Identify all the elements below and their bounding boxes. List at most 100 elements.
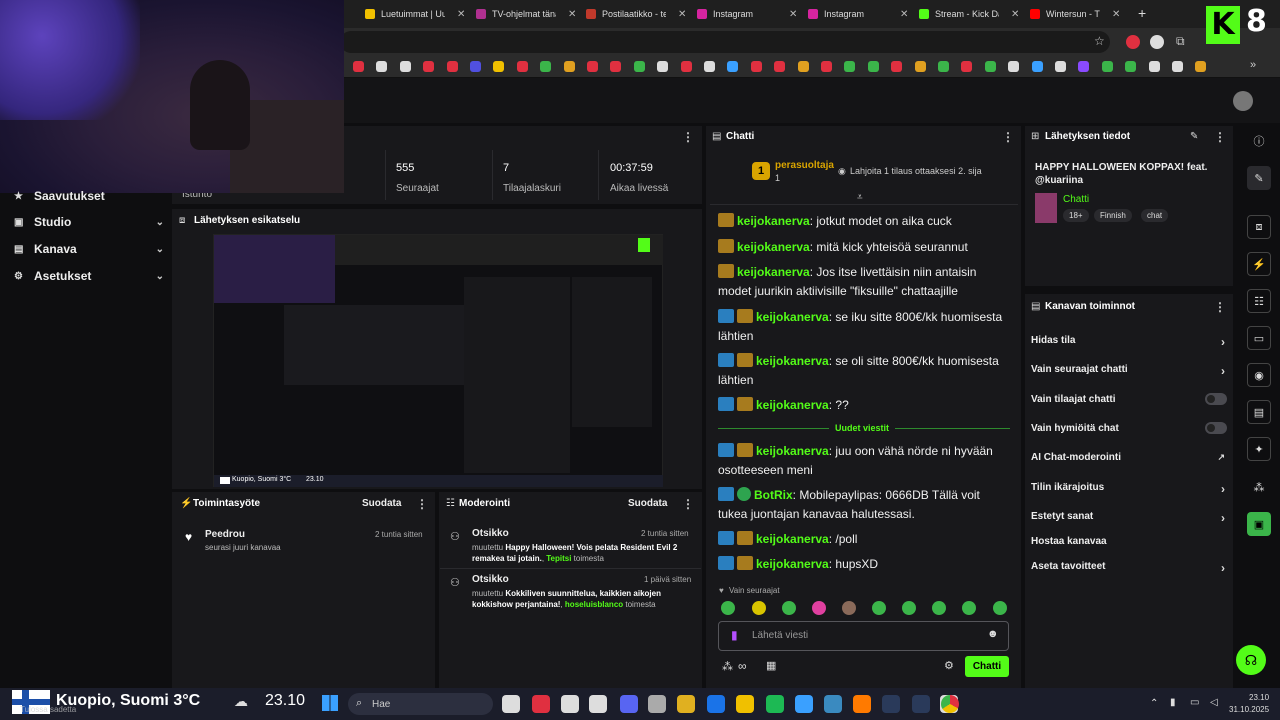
stream-tag[interactable]: chat — [1141, 209, 1169, 222]
chat-send-button[interactable]: Chatti — [965, 656, 1009, 677]
channel-action-7[interactable]: Estetyt sanat › — [1031, 511, 1227, 525]
bookmark-icon[interactable] — [1125, 61, 1137, 72]
channel-action-5[interactable]: AI Chat-moderointi ↗ — [1031, 452, 1227, 463]
browser-tab[interactable]: Wintersun - T ✕ — [1030, 4, 1128, 24]
browser-tab[interactable]: Luetuimmat | Uut ✕ — [365, 4, 473, 24]
chat-message[interactable]: keijokanerva: juu oon vähä nörde ni hyvä… — [718, 442, 1008, 480]
bookmark-icon[interactable] — [423, 61, 435, 72]
chat-username[interactable]: BotRix — [754, 488, 793, 502]
emote-icon[interactable] — [812, 601, 826, 615]
outlook-icon[interactable] — [707, 695, 725, 713]
bookmark-icon[interactable] — [446, 61, 458, 72]
infinity-icon[interactable]: ∞ — [738, 659, 747, 673]
emote-icon[interactable] — [842, 601, 856, 615]
channel-action-6[interactable]: Tilin ikärajoitus › — [1031, 482, 1227, 496]
bookmark-icon[interactable] — [470, 61, 481, 72]
channel-action-4[interactable]: Vain hymiöitä chat — [1031, 422, 1227, 434]
channel-action-8[interactable]: Hostaa kanavaa — [1031, 536, 1227, 547]
calculator-icon[interactable] — [589, 695, 607, 713]
tab-close-icon[interactable]: ✕ — [1011, 9, 1019, 20]
profile-icon[interactable] — [1150, 35, 1164, 49]
bookmark-icon[interactable] — [399, 61, 411, 72]
tab-close-icon[interactable]: ✕ — [1112, 9, 1120, 20]
emote-icon[interactable] — [721, 601, 735, 615]
chat-username[interactable]: keijokanerva — [737, 214, 810, 228]
emote-icon[interactable] — [752, 601, 766, 615]
nav-item-studio[interactable]: ▣ Studio ⌄ — [14, 212, 164, 232]
chat-username[interactable]: keijokanerva — [756, 532, 829, 546]
chat-message[interactable]: keijokanerva: ?? — [718, 396, 1008, 415]
activity-menu-icon[interactable]: ⋮ — [416, 497, 428, 511]
chat-message[interactable]: keijokanerva: se oli sitte 800€/kk huomi… — [718, 352, 1008, 390]
firefox-icon[interactable] — [853, 695, 871, 713]
bookmark-icon[interactable] — [353, 61, 364, 72]
chat-menu-icon[interactable]: ⋮ — [1002, 130, 1014, 144]
layout-rail-icon[interactable]: ▤ — [1247, 400, 1271, 424]
nav-item-saavutukset[interactable]: ★ Saavutukset — [14, 186, 164, 206]
bookmarks-overflow-icon[interactable]: » — [1250, 59, 1256, 71]
chat-username[interactable]: keijokanerva — [756, 310, 829, 324]
bookmark-icon[interactable] — [750, 61, 762, 72]
extension-icon[interactable] — [1126, 35, 1140, 49]
bookmark-star-icon[interactable]: ☆ — [1094, 34, 1105, 48]
info-icon[interactable]: ⓘ — [1247, 129, 1271, 153]
preview-rail-icon[interactable]: ⧈ — [1247, 215, 1271, 239]
chat-tools-icon[interactable]: ⁂ — [722, 660, 733, 673]
broadcast-rail-icon[interactable]: ◉ — [1247, 363, 1271, 387]
category-link[interactable]: Chatti — [1063, 194, 1089, 205]
bookmark-icon[interactable] — [1078, 61, 1090, 72]
moderation-user[interactable]: Tepitsi — [546, 554, 571, 563]
chart-icon[interactable] — [502, 695, 520, 713]
emote-icon[interactable] — [962, 601, 976, 615]
steam-icon[interactable] — [882, 695, 900, 713]
bookmark-icon[interactable] — [797, 61, 809, 72]
tray-chevron-icon[interactable]: ⌃ — [1150, 698, 1158, 709]
chat-username[interactable]: keijokanerva — [756, 354, 829, 368]
toggle-switch[interactable] — [1205, 422, 1227, 434]
chat-username[interactable]: keijokanerva — [756, 557, 829, 571]
edge-icon[interactable] — [824, 695, 842, 713]
channel-action-1[interactable]: Hidas tila › — [1031, 335, 1227, 349]
bookmark-icon[interactable] — [821, 61, 832, 72]
bookmark-icon[interactable] — [938, 61, 949, 72]
channel-actions-menu-icon[interactable]: ⋮ — [1214, 300, 1226, 314]
weather-app-icon[interactable] — [736, 695, 754, 713]
chat-message[interactable]: BotRix: Mobilepaylipas: 0666DB Tällä voi… — [718, 486, 1008, 524]
emote-icon[interactable] — [932, 601, 946, 615]
bookmark-icon[interactable] — [1172, 61, 1183, 72]
pinned-user[interactable]: perasuoltaja — [775, 160, 834, 171]
bookmark-icon[interactable] — [516, 61, 528, 72]
edit-rail-icon[interactable]: ✎ — [1247, 166, 1271, 190]
stream-tag[interactable]: 18+ — [1063, 209, 1089, 222]
bookmark-icon[interactable] — [587, 61, 598, 72]
emote-icon[interactable] — [782, 601, 796, 615]
edit-icon[interactable]: ✎ — [1190, 131, 1198, 142]
bookmark-icon[interactable] — [610, 61, 622, 72]
stream-tag[interactable]: Finnish — [1094, 209, 1132, 222]
tab-close-icon[interactable]: ✕ — [568, 9, 576, 20]
apps-rail-icon[interactable]: ⁂ — [1247, 475, 1271, 499]
emote-icon[interactable] — [902, 601, 916, 615]
moderation-filter-button[interactable]: Suodata — [628, 498, 667, 509]
extensions-icon[interactable]: ⧉ — [1176, 34, 1185, 49]
chat-username[interactable]: keijokanerva — [737, 265, 810, 279]
channel-action-2[interactable]: Vain seuraajat chatti › — [1031, 364, 1227, 378]
bookmark-icon[interactable] — [984, 61, 996, 72]
chat-settings-gear-icon[interactable]: ⚙ — [944, 659, 954, 672]
chat-message[interactable]: keijokanerva: /poll — [718, 530, 1008, 549]
collapse-icon[interactable]: ⩡ — [857, 192, 863, 203]
tab-close-icon[interactable]: ✕ — [900, 9, 908, 20]
moderation-menu-icon[interactable]: ⋮ — [682, 497, 694, 511]
emote-icon[interactable] — [993, 601, 1007, 615]
windows-start-icon[interactable] — [322, 695, 338, 711]
bookmark-icon[interactable] — [1008, 61, 1020, 72]
browser-tab[interactable]: Instagram ✕ — [808, 4, 916, 24]
chat-username[interactable]: keijokanerva — [756, 444, 829, 458]
activity-filter-button[interactable]: Suodata — [362, 498, 401, 509]
bookmark-icon[interactable] — [867, 61, 879, 72]
bookmark-icon[interactable] — [540, 61, 552, 72]
chat-username[interactable]: keijokanerva — [756, 398, 829, 412]
settings-icon[interactable] — [648, 695, 666, 713]
taskbar-search[interactable] — [348, 693, 493, 715]
bookmark-icon[interactable] — [1195, 61, 1207, 72]
